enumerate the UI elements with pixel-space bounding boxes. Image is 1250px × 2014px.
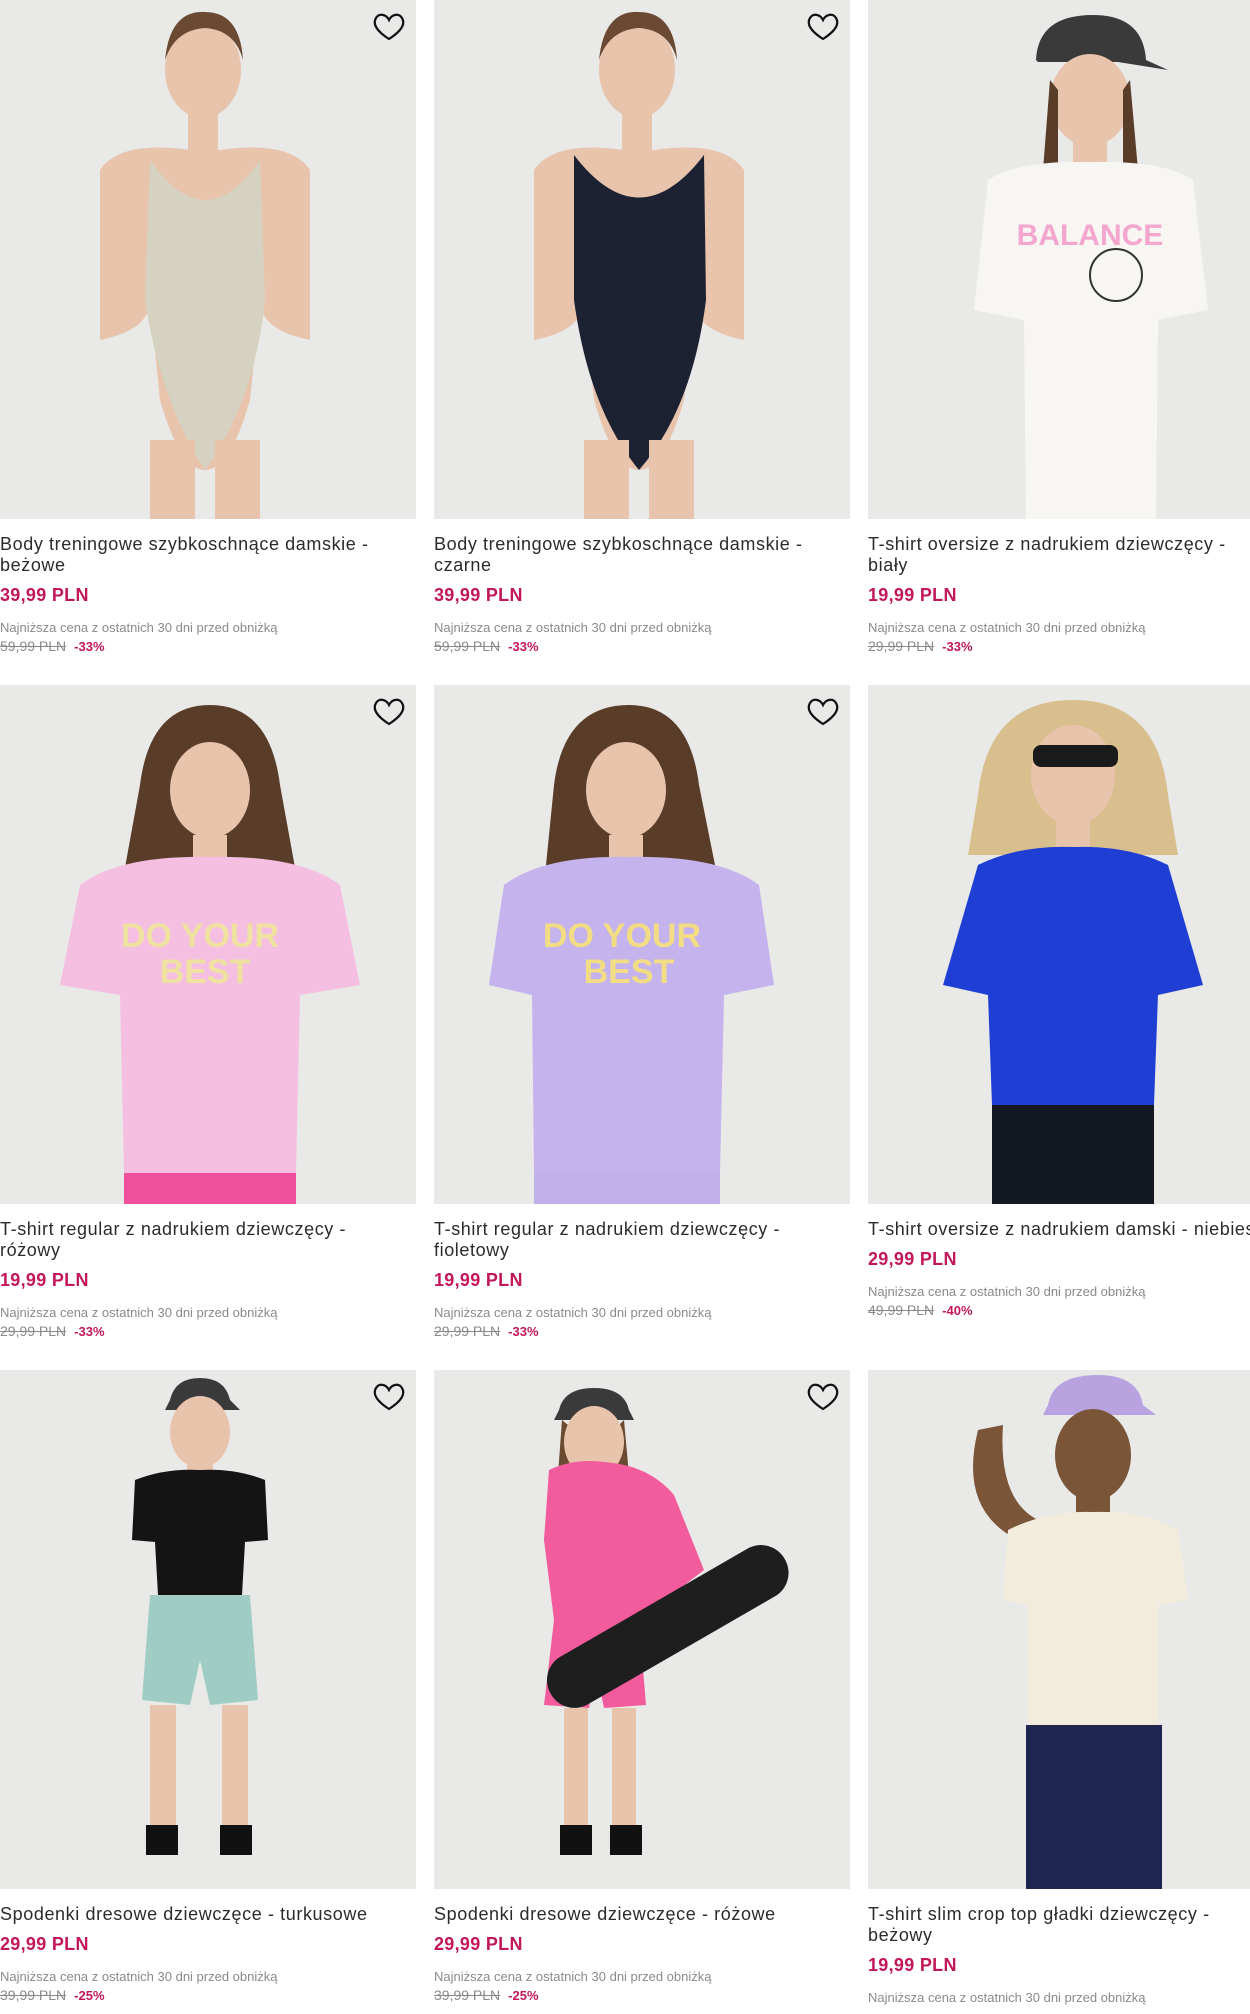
product-photo [0, 0, 416, 519]
lowest-price-label: Najniższa cena z ostatnich 30 dni przed … [434, 1969, 712, 1984]
product-photo: DO YOUR BEST [0, 685, 416, 1204]
discount-badge: -33% [942, 639, 973, 654]
product-image[interactable] [0, 0, 416, 519]
favorite-heart-icon[interactable] [372, 12, 406, 42]
discount-badge: -25% [74, 1988, 105, 2003]
favorite-heart-icon[interactable] [372, 1382, 406, 1412]
product-photo: BALANCE [868, 0, 1250, 519]
product-title[interactable]: Body treningowe szybkoschnące damskie - … [0, 534, 416, 576]
old-price-row: 49,99 PLN -40% [868, 1302, 1250, 1318]
old-price-row: 39,99 PLN -25% [0, 1987, 416, 2003]
old-price: 59,99 PLN [0, 638, 67, 654]
product-image[interactable]: DO YOUR BEST [434, 685, 850, 1204]
product-card[interactable]: T-shirt oversize z nadrukiem damski - ni… [868, 685, 1250, 1318]
product-image[interactable]: DO YOUR BEST [0, 685, 416, 1204]
svg-text:BALANCE: BALANCE [1017, 219, 1164, 252]
favorite-heart-icon[interactable] [372, 697, 406, 727]
old-price: 49,99 PLN [868, 1302, 935, 1318]
product-price: 39,99 PLN [434, 585, 523, 605]
product-image[interactable] [0, 1370, 416, 1889]
discount-badge: -25% [508, 1988, 539, 2003]
product-card[interactable]: DO YOUR BEST T-shirt regular z nadrukiem… [434, 685, 850, 1339]
product-photo [434, 0, 850, 519]
product-title[interactable]: Spodenki dresowe dziewczęce - różowe [434, 1904, 850, 1925]
product-image[interactable] [434, 1370, 850, 1889]
svg-text:DO YOUR: DO YOUR [543, 917, 701, 955]
svg-text:BEST: BEST [160, 953, 251, 991]
product-photo [868, 685, 1250, 1204]
old-price: 29,99 PLN [868, 638, 935, 654]
product-photo: DO YOUR BEST [434, 685, 850, 1204]
product-image[interactable] [434, 0, 850, 519]
lowest-price-label: Najniższa cena z ostatnich 30 dni przed … [868, 1284, 1146, 1299]
lowest-price-label: Najniższa cena z ostatnich 30 dni przed … [434, 620, 712, 635]
product-card[interactable]: Body treningowe szybkoschnące damskie - … [0, 0, 416, 654]
lowest-price-label: Najniższa cena z ostatnich 30 dni przed … [0, 620, 278, 635]
discount-badge: -33% [508, 1324, 539, 1339]
product-image[interactable]: BALANCE [868, 0, 1250, 519]
product-price: 19,99 PLN [434, 1270, 523, 1290]
product-price: 19,99 PLN [868, 1955, 957, 1975]
product-photo [434, 1370, 850, 1889]
old-price-row: 29,99 PLN -33% [868, 638, 1250, 654]
discount-badge: -33% [74, 1324, 105, 1339]
product-title[interactable]: T-shirt regular z nadrukiem dziewczęcy -… [0, 1219, 416, 1261]
favorite-heart-icon[interactable] [806, 1382, 840, 1412]
product-image[interactable] [868, 685, 1250, 1204]
product-price: 29,99 PLN [434, 1934, 523, 1954]
lowest-price-label: Najniższa cena z ostatnich 30 dni przed … [868, 620, 1146, 635]
old-price: 39,99 PLN [434, 1987, 501, 2003]
lowest-price-label: Najniższa cena z ostatnich 30 dni przed … [868, 1990, 1146, 2005]
lowest-price-label: Najniższa cena z ostatnich 30 dni przed … [0, 1969, 278, 1984]
product-price: 29,99 PLN [0, 1934, 89, 1954]
old-price: 59,99 PLN [434, 638, 501, 654]
product-photo [868, 1370, 1250, 1889]
product-image[interactable] [868, 1370, 1250, 1889]
product-price: 39,99 PLN [0, 585, 89, 605]
product-grid: Body treningowe szybkoschnące damskie - … [0, 0, 1250, 2014]
product-title[interactable]: T-shirt slim crop top gładki dziewczęcy … [868, 1904, 1250, 1946]
product-title[interactable]: T-shirt oversize z nadrukiem damski - ni… [868, 1219, 1250, 1240]
product-price: 29,99 PLN [868, 1249, 957, 1269]
product-photo [0, 1370, 416, 1889]
favorite-heart-icon[interactable] [806, 697, 840, 727]
product-title[interactable]: T-shirt oversize z nadrukiem dziewczęcy … [868, 534, 1250, 576]
old-price: 39,99 PLN [0, 1987, 67, 2003]
product-price: 19,99 PLN [0, 1270, 89, 1290]
product-title[interactable]: T-shirt regular z nadrukiem dziewczęcy -… [434, 1219, 850, 1261]
old-price-row: 59,99 PLN -33% [0, 638, 416, 654]
discount-badge: -33% [508, 639, 539, 654]
discount-badge: -40% [942, 1303, 973, 1318]
old-price: 29,99 PLN [0, 1323, 67, 1339]
product-card[interactable]: DO YOUR BEST T-shirt regular z nadrukiem… [0, 685, 416, 1339]
product-card[interactable]: BALANCE T-shirt oversize z nadrukiem dzi… [868, 0, 1250, 654]
discount-badge: -33% [74, 639, 105, 654]
product-title[interactable]: Body treningowe szybkoschnące damskie - … [434, 534, 850, 576]
product-card[interactable]: Spodenki dresowe dziewczęce - turkusowe … [0, 1370, 416, 2003]
lowest-price-label: Najniższa cena z ostatnich 30 dni przed … [434, 1305, 712, 1320]
product-price: 19,99 PLN [868, 585, 957, 605]
old-price: 29,99 PLN [434, 1323, 501, 1339]
old-price-row: 29,99 PLN -33% [0, 1323, 416, 1339]
old-price-row: 59,99 PLN -33% [434, 638, 850, 654]
old-price-row: 29,99 PLN -33% [434, 1323, 850, 1339]
favorite-heart-icon[interactable] [806, 12, 840, 42]
product-card[interactable]: Spodenki dresowe dziewczęce - różowe 29,… [434, 1370, 850, 2003]
product-card[interactable]: T-shirt slim crop top gładki dziewczęcy … [868, 1370, 1250, 2005]
svg-text:DO YOUR: DO YOUR [121, 917, 279, 955]
lowest-price-label: Najniższa cena z ostatnich 30 dni przed … [0, 1305, 278, 1320]
old-price-row: 39,99 PLN -25% [434, 1987, 850, 2003]
svg-text:BEST: BEST [584, 953, 675, 991]
product-title[interactable]: Spodenki dresowe dziewczęce - turkusowe [0, 1904, 416, 1925]
product-card[interactable]: Body treningowe szybkoschnące damskie - … [434, 0, 850, 654]
